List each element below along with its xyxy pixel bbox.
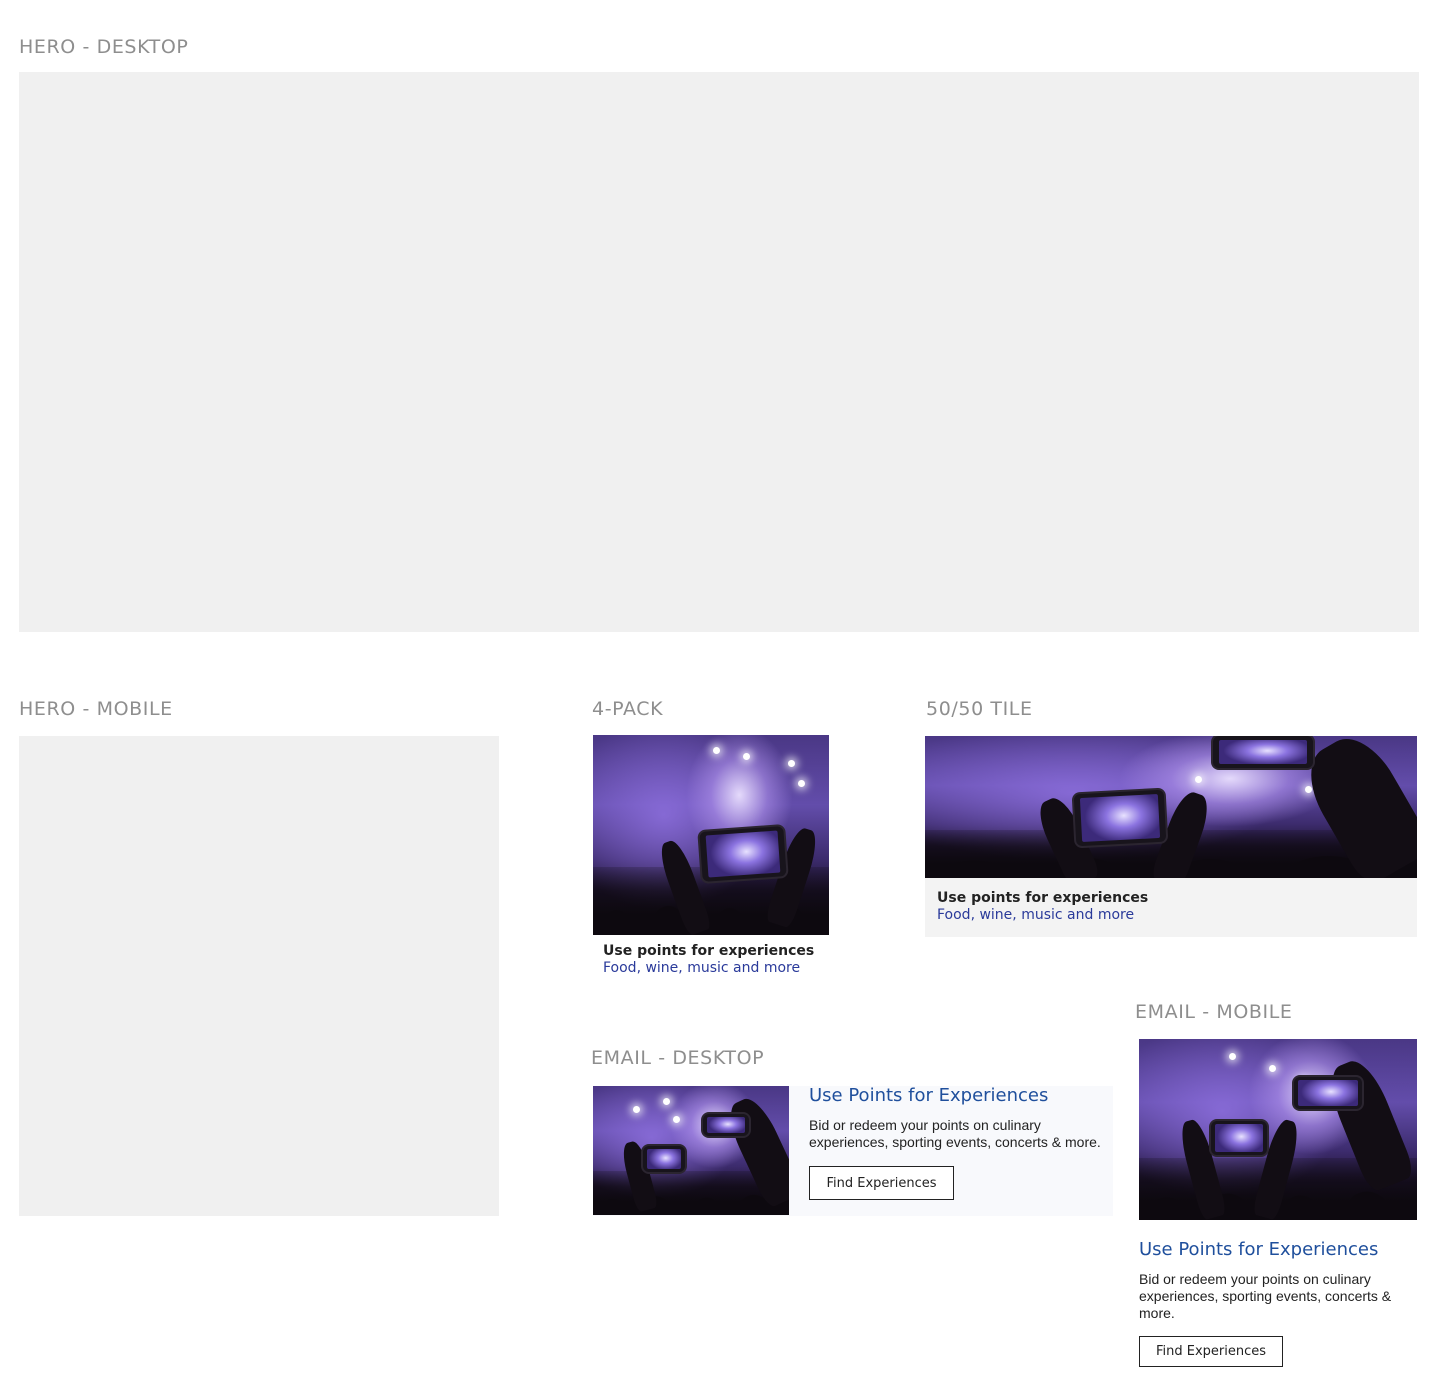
fifty-tile-image [925, 736, 1417, 878]
email-desktop-title: Use Points for Experiences [809, 1085, 1049, 1106]
hero-desktop-placeholder [19, 72, 1419, 632]
four-pack-title: Use points for experiences [603, 943, 815, 959]
section-label-fifty-tile: 50/50 TILE [926, 698, 1033, 720]
fifty-tile-subtitle[interactable]: Food, wine, music and more [937, 907, 1134, 923]
hero-mobile-placeholder [19, 736, 499, 1216]
section-label-email-mobile: EMAIL - MOBILE [1135, 1001, 1293, 1023]
section-label-four-pack: 4-PACK [592, 698, 664, 720]
email-mobile-body: Bid or redeem your points on culinary ex… [1139, 1271, 1392, 1321]
email-mobile-image [1139, 1039, 1417, 1220]
fifty-tile-title: Use points for experiences [937, 890, 1149, 906]
section-label-hero-mobile: HERO - MOBILE [19, 698, 173, 720]
four-pack-subtitle[interactable]: Food, wine, music and more [603, 960, 800, 976]
email-mobile-find-experiences-button[interactable]: Find Experiences [1139, 1336, 1283, 1367]
email-desktop-body: Bid or redeem your points on culinary ex… [809, 1117, 1101, 1150]
four-pack-image[interactable] [593, 735, 829, 935]
email-desktop-find-experiences-button[interactable]: Find Experiences [809, 1166, 954, 1200]
section-label-hero-desktop: HERO - DESKTOP [19, 36, 189, 58]
email-mobile-title: Use Points for Experiences [1139, 1239, 1379, 1260]
email-desktop-image [593, 1086, 789, 1215]
section-label-email-desktop: EMAIL - DESKTOP [591, 1047, 765, 1069]
